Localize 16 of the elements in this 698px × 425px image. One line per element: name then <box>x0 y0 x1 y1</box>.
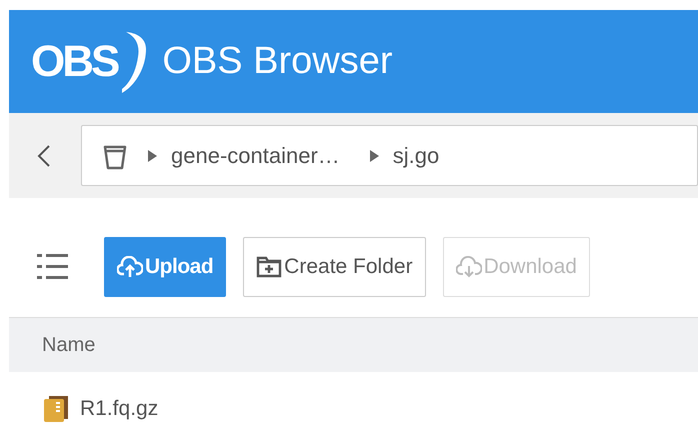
folder-plus-icon <box>256 256 282 278</box>
archive-file-icon <box>44 396 68 422</box>
cloud-upload-icon <box>117 256 143 278</box>
app-title: OBS Browser <box>162 40 393 83</box>
triangle-icon <box>370 150 379 162</box>
file-name[interactable]: R1.fq.gz <box>80 397 158 421</box>
logo-text: OBS <box>31 36 119 86</box>
back-icon <box>37 144 51 168</box>
breadcrumb-link[interactable]: gene-container… <box>171 142 340 168</box>
create-folder-button[interactable]: Create Folder <box>243 237 426 297</box>
cloud-download-icon <box>456 256 482 278</box>
triangle-icon <box>148 150 157 162</box>
path-field[interactable]: gene-container… sj.go <box>81 125 698 186</box>
breadcrumb-link[interactable]: sj.go <box>392 142 440 168</box>
list-icon <box>37 253 69 281</box>
column-header[interactable]: Name <box>42 334 96 356</box>
